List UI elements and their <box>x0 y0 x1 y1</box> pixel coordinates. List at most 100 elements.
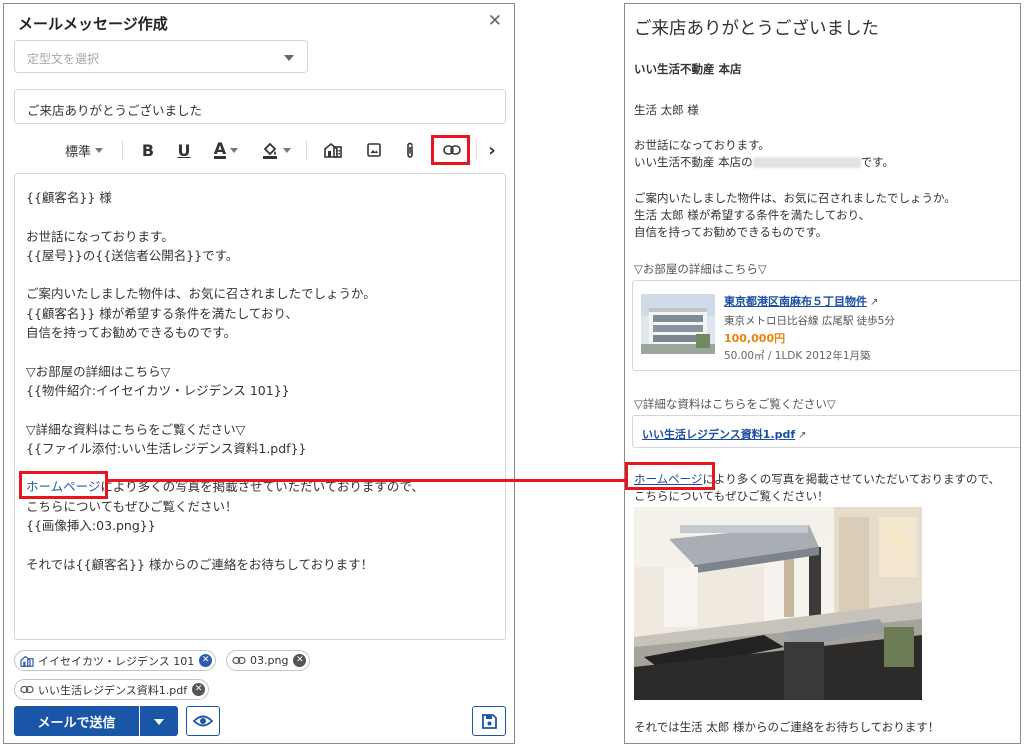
preview-sender-suffix: です。 <box>860 155 895 169</box>
property-spec: 50.00㎡ / 1LDK 2012年1月築 <box>724 350 871 362</box>
text-color-button[interactable]: A <box>208 138 244 162</box>
body-line: ▽詳細な資料はこちらをご覧ください▽ <box>26 421 246 437</box>
body-line: {{画像挿入:03.png}} <box>26 518 156 534</box>
font-size-select[interactable]: 標準 <box>58 138 110 162</box>
message-body-editor[interactable]: {{顧客名}} 様お世話になっております。 {{屋号}}の{{送信者公開名}}です… <box>14 173 506 640</box>
body-line: {{顧客名}} 様が希望する条件を満たしており、 <box>26 305 299 321</box>
preview-paragraph: 自信を持ってお勧めできるものです。 <box>634 225 828 239</box>
toolbar-divider <box>306 140 307 160</box>
preview-sender-prefix: いい生活不動産 本店の <box>634 155 753 169</box>
body-line <box>26 207 505 226</box>
preview-button[interactable] <box>186 706 220 736</box>
body-line: {{顧客名}} 様 <box>26 190 112 205</box>
template-select-placeholder: 定型文を選択 <box>27 52 100 66</box>
highlight-connector <box>108 479 627 482</box>
font-size-label: 標準 <box>64 144 91 160</box>
link-icon <box>232 656 246 665</box>
preview-paragraph: ご案内いたしました物件は、お気に召されましたでしょうか。 <box>634 191 956 205</box>
file-card[interactable]: いい生活レジデンス資料1.pdf ↗ <box>632 415 1020 448</box>
preview-paragraph: 生活 太郎 様が希望する条件を満たしており、 <box>634 208 871 222</box>
preview-greeting: お世話になっております。 <box>634 138 770 152</box>
property-price: 100,000円 <box>724 332 786 345</box>
body-line: こちらについてもぜひご覧ください！ <box>26 498 238 514</box>
email-preview: ご来店ありがとうございました いい生活不動産 本店 生活 太郎 様 お世話になっ… <box>624 3 1021 744</box>
chip-label: イイセイカツ・レジデンス 101 <box>38 654 195 668</box>
body-lines-after: こちらについてもぜひご覧ください！ {{画像挿入:03.png}} それでは{{顧客… <box>26 497 505 574</box>
chip-remove-icon[interactable]: ✕ <box>293 654 307 667</box>
paperclip-icon <box>407 142 413 158</box>
chip-remove-icon[interactable]: ✕ <box>192 683 206 696</box>
property-title: 東京都港区南麻布５丁目物件 <box>724 295 867 308</box>
preview-recipient: 生活 太郎 様 <box>634 103 699 117</box>
highlight-color-button[interactable] <box>258 138 294 162</box>
file-chip[interactable]: いい生活レジデンス資料1.pdf ✕ <box>14 679 210 700</box>
building-icon <box>324 142 342 158</box>
toolbar-divider <box>476 140 477 160</box>
preview-subject: ご来店ありがとうございました <box>634 19 879 39</box>
toolbar-divider <box>122 140 123 160</box>
preview-closing: それでは生活 太郎 様からのご連絡をお待ちしております！ <box>634 720 940 734</box>
text-color-icon: A <box>213 139 227 159</box>
chip-label: 03.png <box>250 654 289 667</box>
underline-button[interactable]: U <box>174 138 194 162</box>
body-line: {{屋号}}の{{送信者公開名}}です。 <box>26 247 239 263</box>
body-line: それでは{{顧客名}} 様からのご連絡をお待ちしております！ <box>26 556 374 572</box>
preview-shop-name: いい生活不動産 本店 <box>634 62 742 76</box>
body-line <box>26 535 505 554</box>
redacted-sender-name <box>752 157 861 168</box>
property-chip[interactable]: イイセイカツ・レジデンス 101 ✕ <box>14 650 217 671</box>
preview-docs-heading: ▽詳細な資料はこちらをご覧ください▽ <box>634 397 836 411</box>
preview-sender-line: いい生活不動産 本店の です。 <box>634 154 894 171</box>
property-photo <box>641 294 715 354</box>
image-chip[interactable]: 03.png ✕ <box>226 650 311 671</box>
body-line: {{物件紹介:イイセイカツ・レジデンス 101}} <box>26 382 290 398</box>
chip-remove-icon[interactable]: ✕ <box>199 654 213 667</box>
link-button-highlight <box>431 135 470 165</box>
chip-label: いい生活レジデンス資料1.pdf <box>38 683 188 697</box>
body-line: {{ファイル添付:いい生活レジデンス資料1.pdf}} <box>26 440 307 456</box>
subject-value: ご来店ありがとうございました <box>27 103 203 118</box>
body-line: ご案内いたしました物件は、お気に召されましたでしょうか。 <box>26 286 376 302</box>
paint-bucket-icon <box>263 142 277 159</box>
kitchen-photo <box>634 507 922 700</box>
preview-homepage-line2: こちらについてもぜひご覧ください！ <box>634 489 829 503</box>
send-options-button[interactable] <box>140 706 178 736</box>
chevron-down-icon <box>230 147 239 153</box>
bold-button[interactable]: B <box>138 138 158 162</box>
image-icon <box>367 143 381 157</box>
property-station: 東京メトロ日比谷線 広尾駅 徒歩5分 <box>724 315 895 327</box>
body-line <box>26 342 505 361</box>
file-link[interactable]: いい生活レジデンス資料1.pdf ↗ <box>642 426 807 442</box>
building-icon <box>20 655 34 667</box>
property-title-link[interactable]: 東京都港区南麻布５丁目物件 ↗ <box>724 293 878 309</box>
body-line <box>26 265 505 284</box>
send-email-button[interactable]: メールで送信 <box>14 706 139 736</box>
save-draft-button[interactable] <box>472 706 506 736</box>
close-icon[interactable]: ✕ <box>488 13 502 30</box>
homepage-link-highlight <box>19 471 108 499</box>
chevron-down-icon <box>283 147 291 153</box>
chevron-down-icon <box>95 147 103 153</box>
preview-room-heading: ▽お部屋の詳細はこちら▽ <box>634 262 767 276</box>
insert-image-button[interactable] <box>364 138 384 162</box>
attach-file-button[interactable] <box>400 138 420 162</box>
external-link-icon: ↗ <box>798 430 807 441</box>
link-icon <box>20 685 34 694</box>
preview-homepage-highlight <box>625 462 715 490</box>
toolbar-more-button[interactable]: › <box>484 138 500 162</box>
chevron-down-icon <box>154 719 164 725</box>
insert-property-button[interactable] <box>322 138 344 162</box>
file-link-label: いい生活レジデンス資料1.pdf <box>642 428 796 441</box>
body-line: 自信を持ってお勧めできるものです。 <box>26 325 237 341</box>
external-link-icon: ↗ <box>870 297 879 308</box>
chevron-down-icon <box>284 55 294 61</box>
subject-input[interactable]: ご来店ありがとうございました <box>14 89 506 124</box>
body-line: お世話になっております。 <box>26 228 174 244</box>
preview-homepage-rest: により多くの写真を掲載させていただいておりますので、 <box>702 472 1001 486</box>
save-icon <box>482 714 497 729</box>
eye-icon <box>192 715 214 727</box>
dialog-title: メールメッセージ作成 <box>18 15 168 33</box>
property-card[interactable]: 東京都港区南麻布５丁目物件 ↗ 東京メトロ日比谷線 広尾駅 徒歩5分 100,00… <box>632 280 1020 371</box>
body-line: ▽お部屋の詳細はこちら▽ <box>26 363 171 379</box>
template-select[interactable]: 定型文を選択 <box>14 40 308 73</box>
